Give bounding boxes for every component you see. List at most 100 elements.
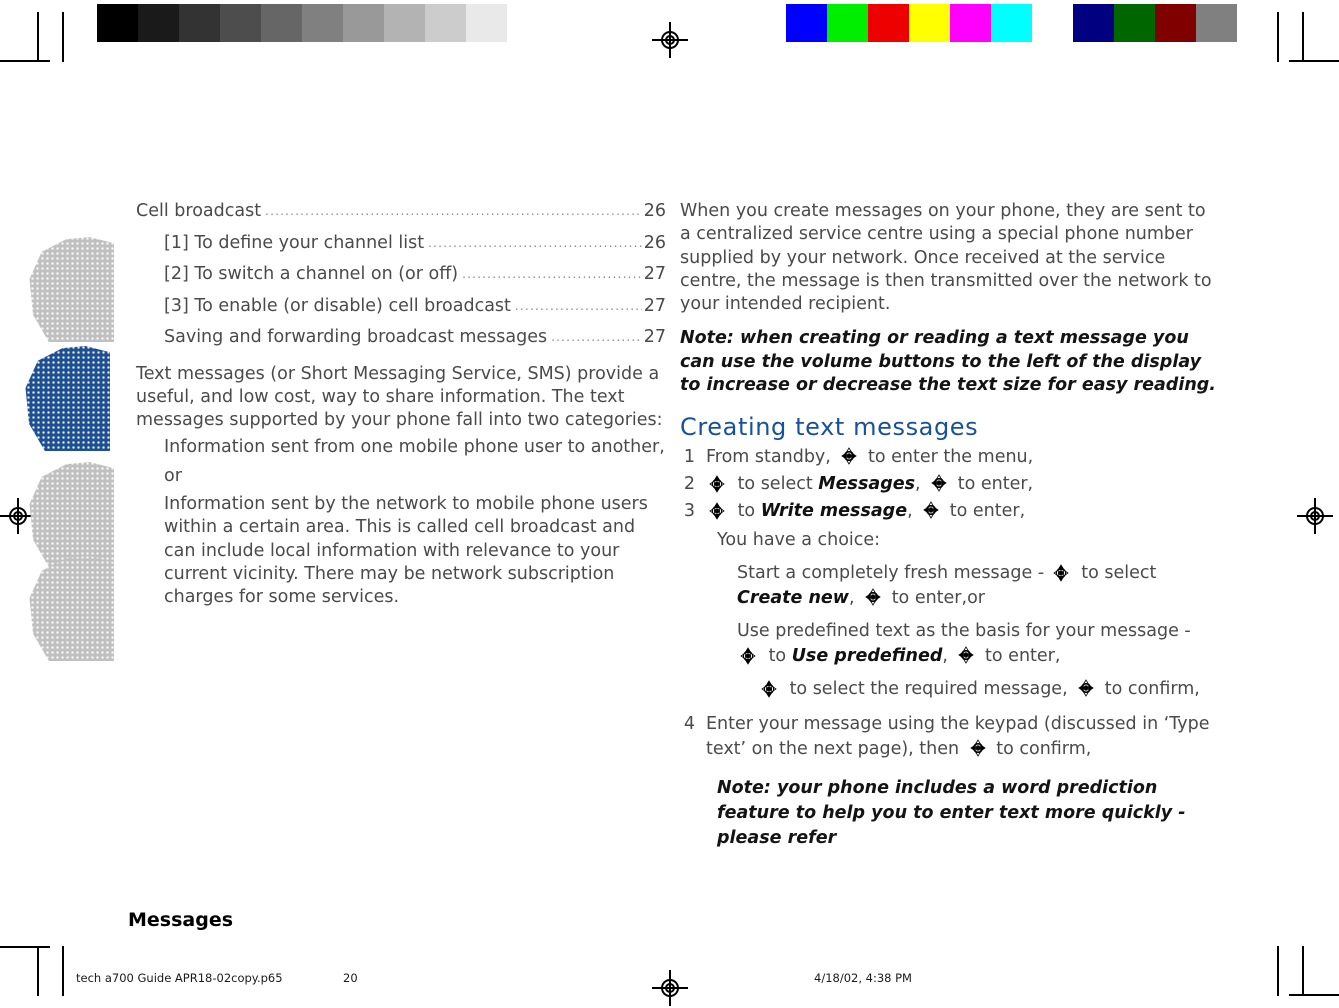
toc-entry-page: 27: [643, 327, 666, 347]
toc-entry[interactable]: [3] To enable (or disable) cell broadcas…: [136, 295, 666, 320]
gray-swatch-6: [343, 4, 384, 42]
inline-text: to select the required message,: [784, 678, 1074, 699]
toc-leader-dots: ........................................…: [514, 298, 642, 313]
gray-swatch-7: [384, 4, 425, 42]
menu-item-name: Write message: [760, 500, 908, 521]
toc-leader-dots: ........................................…: [462, 267, 642, 281]
toc-leader-dots: ........................................…: [551, 330, 642, 344]
registration-target-bottom: [652, 970, 688, 1006]
inline-text: ,: [915, 473, 927, 494]
navkey-horizontal-icon: [860, 587, 886, 607]
inline-text: Use predefined text as the basis for you…: [737, 620, 1191, 641]
toc-entry[interactable]: [1] To define your channel list.........…: [136, 232, 666, 257]
navkey-horizontal-icon: [965, 738, 991, 758]
inline-text: Start a completely fresh message -: [737, 562, 1050, 583]
inline-text: From standby,: [706, 446, 837, 467]
color-bar-strip: [786, 4, 1237, 42]
toc-entry-label: Saving and forwarding broadcast messages: [164, 327, 548, 347]
toc-entry[interactable]: Saving and forwarding broadcast messages…: [136, 326, 666, 351]
registration-target-right: [1297, 498, 1333, 534]
crop-mark-top-right-horizontal: [1289, 60, 1339, 62]
step-item: 1 From standby, to enter the menu,: [680, 445, 1220, 470]
printline-filename: tech a700 Guide APR18-02copy.p65: [76, 971, 283, 985]
step-text: to Write message, to enter,: [706, 499, 1220, 524]
printline-page: 20: [343, 971, 358, 985]
step-item: 3 to Write message, to enter,: [680, 499, 1220, 524]
printline-timestamp: 4/18/02, 4:38 PM: [814, 971, 912, 985]
choice-intro: You have a choice:: [717, 529, 881, 550]
toc-entry-page: 27: [643, 264, 666, 284]
leaf-shape-icon: [29, 237, 114, 342]
choice-option-two-substep: to select the required message, to confi…: [758, 677, 1220, 702]
note-top: Note: when creating or reading a text me…: [680, 328, 1216, 396]
step-number: 3: [683, 500, 695, 521]
navkey-vertical-icon: [706, 500, 732, 520]
inline-text: ,: [848, 587, 861, 608]
toc-entry-label: Cell broadcast: [136, 201, 262, 221]
toc-entry[interactable]: [2] To switch a channel on (or off).....…: [136, 263, 666, 288]
step-number: 4: [683, 713, 695, 734]
inline-text: to confirm,: [1099, 678, 1200, 699]
color-swatch-5: [991, 4, 1032, 42]
inline-text: to select: [732, 473, 819, 494]
color-swatch-10: [1196, 4, 1237, 42]
crop-mark-top-left-inner: [62, 12, 64, 62]
navkey-vertical-icon: [1050, 562, 1076, 582]
menu-item-name: Use predefined: [791, 645, 943, 666]
navkey-horizontal-icon: [1073, 678, 1099, 698]
inline-text: Enter your message using the keypad (dis…: [706, 713, 1210, 759]
inline-text: ,: [907, 500, 919, 521]
gray-swatch-10: [507, 4, 548, 42]
section-heading-creating-text-messages: Creating text messages: [680, 413, 979, 442]
step-text: Enter your message using the keypad (dis…: [706, 712, 1220, 762]
bullet-list: Information sent from one mobile phone u…: [136, 436, 666, 609]
note-bottom: Note: your phone includes a word predict…: [717, 777, 1186, 848]
gray-swatch-4: [261, 4, 302, 42]
step-text: From standby, to enter the menu,: [706, 445, 1220, 470]
footer-chapter-title: Messages: [128, 909, 234, 931]
navkey-vertical-icon: [706, 473, 732, 493]
step-four-row: 4 Enter your message using the keypad (di…: [680, 712, 1220, 762]
intro-paragraph: Text messages (or Short Messaging Servic…: [136, 363, 663, 431]
bullet-item-one: Information sent from one mobile phone u…: [164, 437, 665, 458]
toc-entry-label: [1] To define your channel list: [164, 232, 425, 253]
grayscale-step-wedge: [97, 4, 548, 42]
gray-swatch-2: [179, 4, 220, 42]
inline-text: to enter,: [944, 500, 1026, 521]
side-tab-leaf-3: [26, 462, 114, 567]
right-text-column: When you create messages on your phone, …: [680, 200, 1220, 851]
menu-item-name: Create new: [737, 587, 849, 608]
toc-entry-label: [2] To switch a channel on (or off): [164, 264, 459, 284]
toc-entry-page: 26: [643, 232, 666, 253]
step-number: 2: [683, 473, 695, 494]
crop-mark-top-right-inner: [1277, 12, 1279, 62]
crop-mark-bottom-right-inner: [1277, 946, 1279, 996]
gray-swatch-5: [302, 4, 343, 42]
gray-swatch-3: [220, 4, 261, 42]
choice-option-one: Start a completely fresh message - to se…: [737, 561, 1220, 611]
color-swatch-0: [786, 4, 827, 42]
toc-entry-page: 26: [643, 201, 666, 221]
toc-entry-page: 27: [643, 295, 666, 316]
menu-item-name: Messages: [818, 473, 916, 494]
crop-mark-bottom-right-horizontal: [1289, 994, 1339, 996]
navkey-horizontal-icon: [836, 446, 862, 466]
navkey-vertical-icon: [737, 645, 763, 665]
inline-text: to: [763, 645, 792, 666]
gray-swatch-0: [97, 4, 138, 42]
left-text-column: Cell broadcast..........................…: [136, 200, 666, 609]
step-text: to select Messages, to enter,: [706, 472, 1220, 497]
numbered-steps-list: 1 From standby, to enter the menu, 2 to se…: [680, 445, 1220, 524]
inline-text: to enter the menu,: [862, 446, 1034, 467]
toc-entry[interactable]: Cell broadcast..........................…: [136, 200, 666, 225]
navkey-horizontal-icon: [953, 645, 979, 665]
step-item: 4 Enter your message using the keypad (di…: [680, 712, 1220, 762]
navkey-horizontal-icon: [926, 473, 952, 493]
inline-text: to confirm,: [990, 738, 1092, 759]
side-tab-leaf-4: [26, 556, 114, 661]
table-of-contents: Cell broadcast..........................…: [136, 200, 666, 351]
leaf-shape-icon: [25, 346, 110, 451]
registration-target-top: [652, 22, 688, 58]
side-tab-leaf-1: [26, 237, 114, 342]
step-number: 1: [683, 446, 695, 467]
